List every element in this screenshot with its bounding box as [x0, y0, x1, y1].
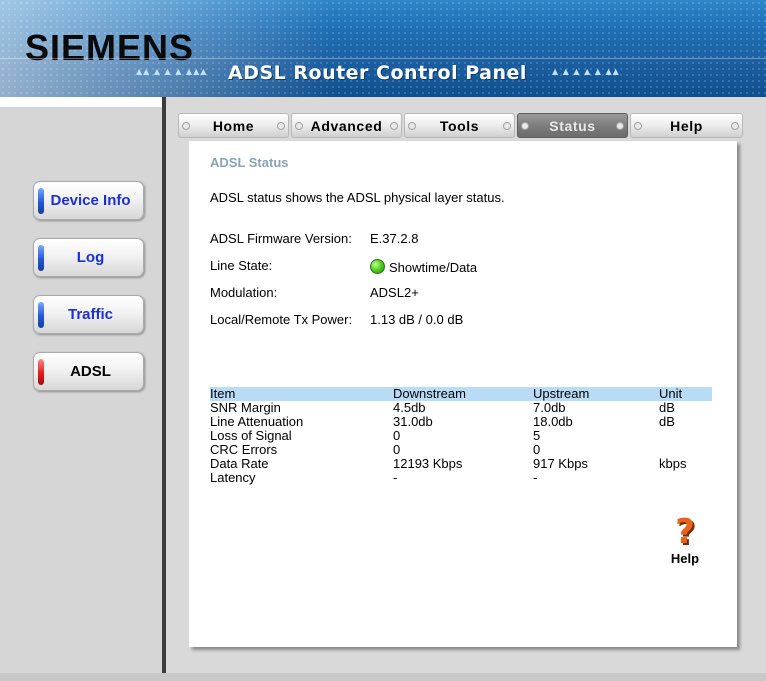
tab-bullet-icon — [503, 122, 511, 130]
column-header: Downstream — [393, 386, 466, 401]
page-description: ADSL status shows the ADSL physical laye… — [210, 190, 505, 205]
sidebar-item-log[interactable]: Log — [33, 238, 144, 277]
nav-indicator-icon — [38, 359, 44, 385]
column-header: Unit — [659, 386, 683, 401]
tab-tools[interactable]: Tools — [404, 113, 515, 138]
table-cell: 917 Kbps — [533, 456, 588, 471]
banner-arrows-right: ▲ ▲ ▲ ▲ ▲ ▲▲ — [552, 67, 620, 76]
tab-bullet-icon — [616, 122, 624, 130]
table-row: CRC Errors 0 0 — [210, 443, 712, 457]
tab-bullet-icon — [408, 122, 416, 130]
table-cell: 7.0db — [533, 400, 566, 415]
firmware-label: ADSL Firmware Version: — [210, 231, 352, 246]
tab-label: Tools — [439, 117, 480, 134]
top-tab-bar: Home Advanced Tools Status Help — [178, 113, 743, 138]
tx-power-label: Local/Remote Tx Power: — [210, 312, 353, 327]
tab-bullet-icon — [390, 122, 398, 130]
bottom-border — [0, 673, 766, 681]
modulation-label: Modulation: — [210, 285, 278, 300]
green-led-icon — [370, 258, 385, 274]
tab-label: Advanced — [310, 117, 383, 134]
header-banner: SIEMENS ▲▲ ▲ ▲ ▲ ▲▲▲ ADSL Router Control… — [0, 0, 766, 97]
banner-title: ADSL Router Control Panel — [228, 62, 527, 84]
tab-help[interactable]: Help — [630, 113, 743, 138]
tab-bullet-icon — [182, 122, 190, 130]
table-row: Line Attenuation 31.0db 18.0db dB — [210, 415, 712, 429]
table-cell: Loss of Signal — [210, 428, 292, 443]
help-button[interactable]: ? Help — [665, 515, 705, 567]
tab-home[interactable]: Home — [178, 113, 289, 138]
tab-label: Home — [212, 117, 255, 134]
tab-bullet-icon — [277, 122, 285, 130]
sidebar-top-strip — [0, 97, 166, 107]
sidebar-item-traffic[interactable]: Traffic — [33, 295, 144, 334]
tab-advanced[interactable]: Advanced — [291, 113, 402, 138]
table-cell: 12193 Kbps — [393, 456, 463, 471]
table-cell: kbps — [659, 456, 687, 471]
content-panel: ADSL Status ADSL status shows the ADSL p… — [189, 141, 737, 647]
banner-arrows-left: ▲▲ ▲ ▲ ▲ ▲▲▲ — [136, 67, 208, 76]
table-row: Loss of Signal 0 5 — [210, 429, 712, 443]
firmware-value: E.37.2.8 — [370, 231, 419, 246]
table-cell: dB — [659, 400, 675, 415]
help-label: Help — [670, 551, 700, 566]
table-cell: dB — [659, 414, 675, 429]
sidebar-item-device-info[interactable]: Device Info — [33, 181, 144, 220]
line-state-value: Showtime/Data — [389, 260, 478, 275]
table-row: Latency - - — [210, 471, 712, 485]
table-row: SNR Margin 4.5db 7.0db dB — [210, 401, 712, 415]
siemens-logo: SIEMENS — [25, 27, 195, 68]
question-mark-icon: ? — [675, 512, 695, 552]
nav-indicator-icon — [38, 245, 44, 271]
table-cell: 0 — [533, 442, 541, 457]
table-cell: 5 — [533, 428, 541, 443]
sidebar-item-adsl[interactable]: ADSL — [33, 352, 144, 391]
adsl-stats-table: Item Downstream Upstream Unit SNR Margin… — [210, 387, 712, 485]
table-cell: 4.5db — [393, 400, 426, 415]
table-cell: - — [393, 470, 398, 485]
table-cell: 0 — [393, 442, 401, 457]
tab-bullet-icon — [295, 122, 303, 130]
sidebar-item-label: Log — [76, 249, 105, 266]
tab-bullet-icon — [521, 122, 529, 130]
tab-bullet-icon — [731, 122, 739, 130]
table-header-row: Item Downstream Upstream Unit — [210, 387, 712, 401]
table-row: Data Rate 12193 Kbps 917 Kbps kbps — [210, 457, 712, 471]
modulation-value: ADSL2+ — [370, 285, 419, 300]
column-header: Item — [210, 386, 236, 401]
tx-power-value: 1.13 dB / 0.0 dB — [370, 312, 464, 327]
sidebar-item-label: Device Info — [50, 192, 131, 209]
page-title: ADSL Status — [210, 155, 289, 170]
tab-bullet-icon — [634, 122, 642, 130]
line-state-label: Line State: — [210, 258, 273, 273]
tab-label: Help — [670, 117, 703, 134]
column-header: Upstream — [533, 386, 590, 401]
table-cell: Data Rate — [210, 456, 269, 471]
nav-indicator-icon — [38, 302, 44, 328]
table-cell: Line Attenuation — [210, 414, 304, 429]
line-state-value-wrap: Showtime/Data — [370, 257, 477, 275]
table-cell: 31.0db — [393, 414, 433, 429]
table-cell: Latency — [210, 470, 256, 485]
table-cell: - — [533, 470, 538, 485]
table-cell: CRC Errors — [210, 442, 278, 457]
sidebar-item-label: Traffic — [67, 306, 113, 323]
table-cell: 18.0db — [533, 414, 573, 429]
tab-status[interactable]: Status — [517, 113, 628, 138]
tab-label: Status — [549, 117, 596, 134]
sidebar-divider — [162, 97, 166, 673]
sidebar-item-label: ADSL — [70, 363, 111, 380]
table-cell: SNR Margin — [210, 400, 281, 415]
table-cell: 0 — [393, 428, 401, 443]
nav-indicator-icon — [38, 188, 44, 214]
